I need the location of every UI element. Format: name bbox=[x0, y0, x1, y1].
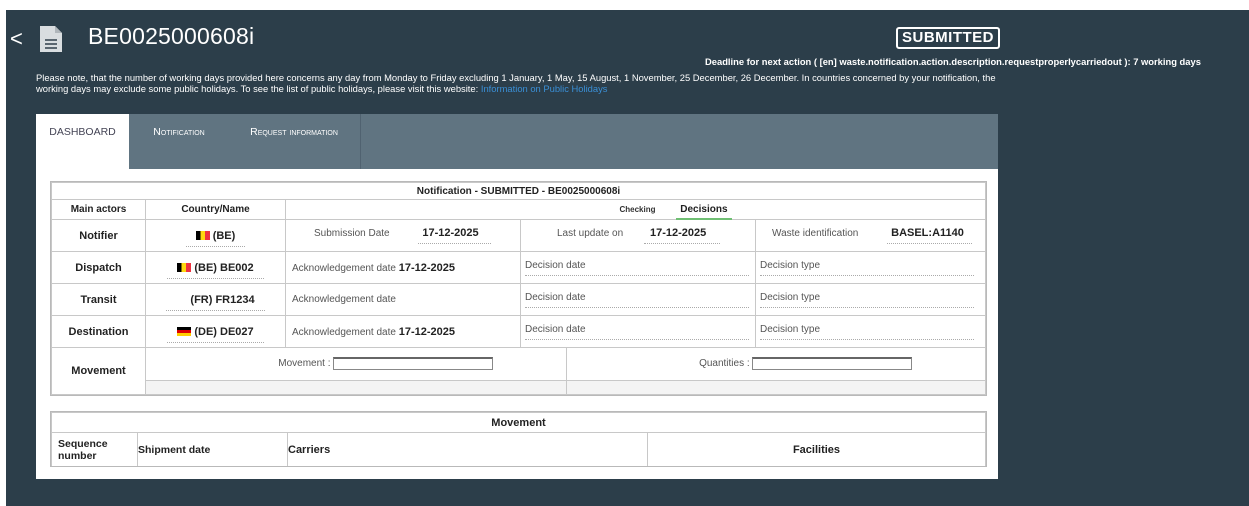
view-toggle: Checking Decisions bbox=[285, 199, 986, 220]
belgium-flag-icon bbox=[195, 230, 210, 240]
decisions-tab[interactable]: Decisions bbox=[676, 204, 732, 220]
submission-value: 17-12-2025 bbox=[418, 227, 491, 244]
col-facilities: Facilities bbox=[647, 432, 986, 466]
row-label: Notifier bbox=[51, 219, 146, 252]
page-title: BE0025000608i bbox=[88, 23, 255, 49]
country-cell: (BE) BE002 bbox=[145, 251, 286, 284]
movement-heading: Movement bbox=[51, 412, 986, 433]
document-icon bbox=[40, 26, 62, 52]
tab-dashboard[interactable]: DASHBOARD bbox=[36, 114, 129, 169]
col-shipment-date: Shipment date bbox=[137, 432, 288, 466]
decision-type-label: Decision type bbox=[760, 292, 974, 308]
decision-type-label: Decision type bbox=[760, 324, 974, 340]
deadline-text: Deadline for next action ( [en] waste.no… bbox=[705, 56, 1201, 67]
ack-date-label: Acknowledgement date bbox=[292, 262, 396, 274]
ack-date-label: Acknowledgement date bbox=[292, 326, 396, 338]
last-update-label: Last update on bbox=[557, 228, 624, 239]
row-label: Dispatch bbox=[51, 251, 146, 284]
belgium-flag-icon bbox=[177, 262, 192, 272]
ack-date-value: 17-12-2025 bbox=[398, 325, 456, 338]
tab-notification[interactable]: Notification bbox=[136, 114, 222, 169]
notification-table: Notification - SUBMITTED - BE0025000608i… bbox=[50, 181, 987, 396]
decision-date-label: Decision date bbox=[525, 260, 749, 276]
waste-id-value: BASEL:A1140 bbox=[887, 227, 972, 244]
notification-heading: Notification - SUBMITTED - BE0025000608i bbox=[51, 182, 986, 200]
col-carriers: Carriers bbox=[287, 432, 648, 466]
movement-fields: Movement : Quantities : bbox=[145, 347, 986, 395]
last-update-value: 17-12-2025 bbox=[643, 227, 721, 244]
movement-field-label: Movement : bbox=[278, 358, 331, 370]
row-label: Transit bbox=[51, 283, 146, 316]
ack-date-value: 17-12-2025 bbox=[398, 261, 456, 274]
col-main-actors: Main actors bbox=[51, 199, 146, 220]
decision-date-label: Decision date bbox=[525, 324, 749, 340]
germany-flag-icon bbox=[177, 326, 192, 336]
col-country-name: Country/Name bbox=[145, 199, 286, 220]
ack-date-label: Acknowledgement date bbox=[292, 294, 396, 305]
decision-type-label: Decision type bbox=[760, 260, 974, 276]
country-cell: (DE) DE027 bbox=[145, 315, 286, 348]
country-cell: (BE) bbox=[145, 219, 286, 252]
row-label: Destination bbox=[51, 315, 146, 348]
decision-date-label: Decision date bbox=[525, 292, 749, 308]
back-button[interactable]: < bbox=[10, 28, 23, 50]
col-sequence-number: Sequence number bbox=[51, 432, 138, 466]
waste-id-label: Waste identification bbox=[772, 228, 859, 239]
movement-input[interactable] bbox=[333, 357, 494, 371]
movement-table: Movement Sequence number Shipment date C… bbox=[50, 411, 987, 467]
quantities-input[interactable] bbox=[752, 357, 913, 371]
submission-label: Submission Date bbox=[314, 228, 390, 239]
quantities-label: Quantities : bbox=[699, 358, 750, 370]
holiday-note: Please note, that the number of working … bbox=[36, 72, 996, 94]
movement-row-label: Movement bbox=[51, 347, 146, 395]
public-holidays-link[interactable]: Information on Public Holidays bbox=[481, 83, 608, 94]
checking-tab[interactable]: Checking bbox=[619, 205, 655, 214]
status-badge: SUBMITTED bbox=[896, 27, 1000, 49]
country-cell: (FR) FR1234 bbox=[145, 283, 286, 316]
tab-request-information[interactable]: Request information bbox=[228, 114, 361, 169]
tab-bar: DASHBOARD Notification Request informati… bbox=[36, 114, 998, 169]
